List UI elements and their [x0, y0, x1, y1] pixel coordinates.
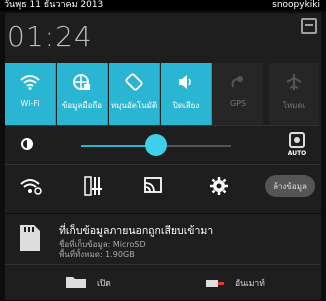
airplane-icon — [283, 71, 305, 93]
brightness-thumb[interactable] — [145, 134, 167, 156]
settings-icon[interactable] — [301, 18, 317, 34]
notification-actions: เปิด อันเมาท์ — [5, 264, 321, 301]
storage-notification[interactable]: ที่เก็บข้อมูลภายนอกถูกเสียบเข้ามา ชื่อที… — [5, 214, 321, 300]
wifi-settings-icon[interactable] — [17, 172, 45, 200]
folder-icon — [65, 274, 87, 293]
toggle-auto-rotate-label: หมุนอัตโนมัติ — [110, 101, 158, 110]
quick-actions-row: ล้างข้อมูล — [5, 164, 321, 208]
toggle-row: Wi-Fi ข้อมูลมือถือ หมุนอัตโนมัติ ปิดเสีย… — [5, 63, 321, 125]
notification-storage-size: พื้นที่ทั้งหมด: 1.90GB — [59, 250, 135, 259]
toggle-airplane[interactable]: โหมดเ — [269, 63, 319, 125]
wifi-icon — [19, 71, 41, 93]
screen-cast-icon[interactable] — [139, 172, 167, 200]
auto-rotate-icon — [123, 71, 145, 93]
toggle-wifi-label: Wi-Fi — [20, 99, 40, 108]
toggle-sound-label: ปิดเสียง — [172, 101, 200, 110]
auto-brightness-label: AUTO — [287, 150, 307, 157]
gear-icon[interactable] — [205, 172, 233, 200]
toggle-gps[interactable]: GPS — [213, 63, 263, 125]
open-button[interactable]: เปิด — [65, 265, 111, 301]
toggle-auto-rotate[interactable]: หมุนอัตโนมัติ — [109, 63, 160, 125]
sound-icon — [175, 71, 197, 93]
gps-icon — [227, 71, 249, 93]
toggle-gps-label: GPS — [229, 99, 247, 108]
sd-card-icon — [18, 224, 42, 252]
open-button-label: เปิด — [97, 279, 111, 289]
brightness-icon — [19, 136, 35, 152]
auto-brightness-button[interactable]: AUTO — [283, 132, 311, 158]
status-date: วันพุธ 11 ธันวาคม 2013 — [4, 0, 104, 10]
toggle-sound[interactable]: ปิดเสียง — [161, 63, 212, 125]
auto-brightness-icon — [289, 132, 305, 148]
status-bar: วันพุธ 11 ธันวาคม 2013 snoopykiki — [0, 0, 326, 11]
notification-title: ที่เก็บข้อมูลภายนอกถูกเสียบเข้ามา — [59, 225, 214, 237]
equalizer-icon[interactable] — [79, 172, 107, 200]
toggle-mobile-data-label: ข้อมูลมือถือ — [61, 101, 103, 110]
eject-icon — [205, 274, 225, 293]
toggle-airplane-label: โหมดเ — [282, 101, 306, 110]
status-user: snoopykiki — [272, 0, 320, 10]
brightness-row: AUTO — [5, 125, 321, 165]
toggle-wifi[interactable]: Wi-Fi — [5, 63, 56, 125]
mobile-data-icon — [71, 71, 93, 93]
toggle-mobile-data[interactable]: ข้อมูลมือถือ — [57, 63, 108, 125]
quick-settings-panel: 01:24 Wi-Fi ข้อมูลมือถือ หมุนอัตโนมัติ ป… — [5, 13, 321, 213]
unmount-button-label: อันเมาท์ — [235, 279, 265, 289]
unmount-button[interactable]: อันเมาท์ — [205, 265, 265, 301]
clock: 01:24 — [7, 20, 93, 53]
clear-data-button[interactable]: ล้างข้อมูล — [265, 175, 315, 197]
